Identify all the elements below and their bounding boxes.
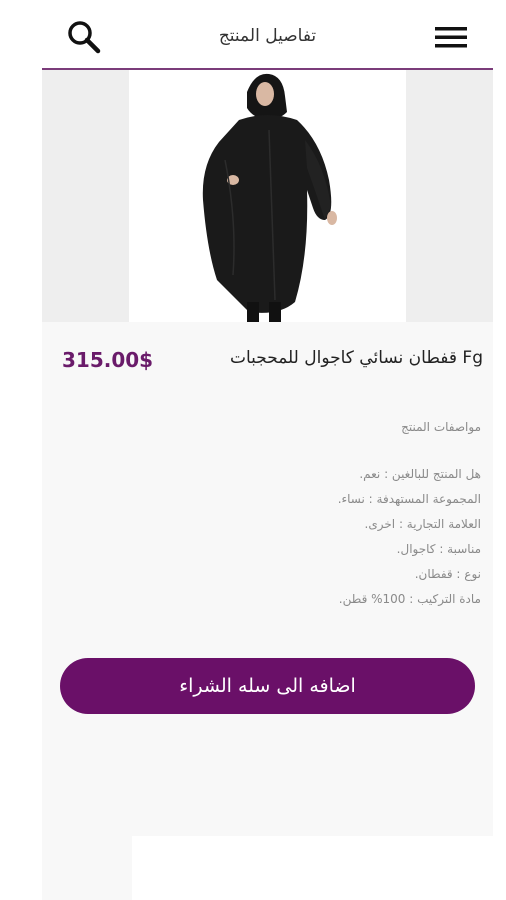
product-name: Fg قفطان نسائي كاجوال للمحجبات bbox=[229, 348, 483, 368]
product-image bbox=[129, 70, 406, 322]
specifications-list: هل المنتج للبالغين : نعم. المجموعة المست… bbox=[338, 462, 481, 612]
add-to-cart-button[interactable]: اضافه الى سله الشراء bbox=[60, 658, 475, 714]
app-header: تفاصيل المنتج bbox=[42, 0, 493, 70]
bottom-spacer bbox=[132, 836, 493, 900]
specifications-header: مواصفات المنتج bbox=[401, 420, 481, 434]
product-image-carousel[interactable] bbox=[42, 70, 493, 322]
app-screen: تفاصيل المنتج Fg قفطان نسائي كاجوال للمح… bbox=[42, 0, 493, 900]
product-title-row: Fg قفطان نسائي كاجوال للمحجبات 315.00$ bbox=[42, 344, 493, 384]
hamburger-menu-icon[interactable] bbox=[431, 17, 471, 57]
spec-item: مناسبة : كاجوال. bbox=[396, 542, 481, 556]
spec-item: هل المنتج للبالغين : نعم. bbox=[359, 467, 481, 481]
product-price: 315.00$ bbox=[62, 348, 154, 372]
spec-item: مادة التركيب : 100% قطن. bbox=[338, 592, 481, 606]
page-title: تفاصيل المنتج bbox=[218, 26, 317, 46]
spec-item: العلامة التجارية : اخرى. bbox=[364, 517, 481, 531]
spec-item: المجموعة المستهدفة : نساء. bbox=[337, 492, 481, 506]
spec-item: نوع : قفطان. bbox=[414, 567, 481, 581]
